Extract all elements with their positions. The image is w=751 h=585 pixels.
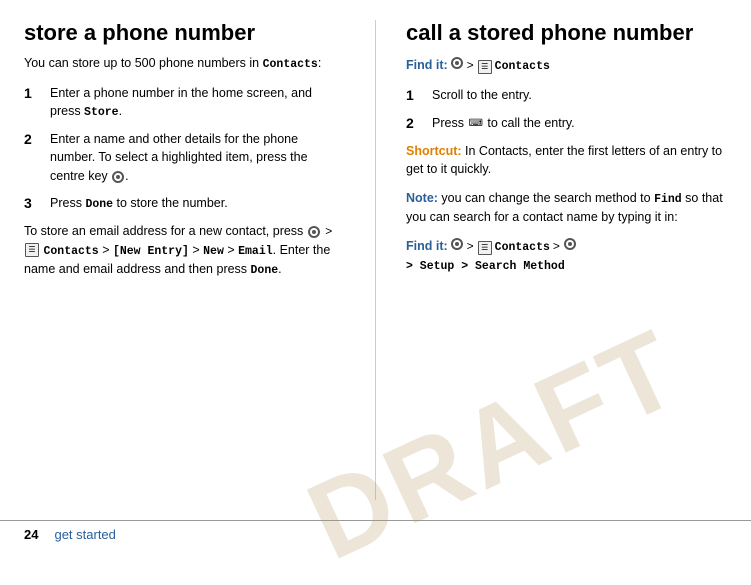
note-label: Note: <box>406 191 438 205</box>
left-email-note: To store an email address for a new cont… <box>24 222 345 279</box>
find-it-contacts-icon-1: ☰ <box>478 60 492 74</box>
find-it-label-1: Find it: <box>406 56 448 75</box>
find-it-arrow-1: > <box>467 56 474 74</box>
step2-number: 2 <box>24 129 46 186</box>
find-it2-contacts-icon: ☰ <box>478 241 492 255</box>
page-number: 24 <box>24 527 38 542</box>
step3-done: Done <box>85 198 113 211</box>
find-it-contacts-text-1: Contacts <box>495 58 550 75</box>
step3-number: 3 <box>24 193 46 214</box>
left-column: store a phone number You can store up to… <box>24 20 376 500</box>
intro-text: You can store up to 500 phone numbers in <box>24 56 259 70</box>
right-step-2: 2 Press ⌨ to call the entry. <box>406 114 727 134</box>
find-it2-dot-icon <box>451 238 463 250</box>
shortcut-block: Shortcut: In Contacts, enter the first l… <box>406 142 727 180</box>
nav-text-1: > [New Entry] > New > Email <box>102 243 272 257</box>
right-column: call a stored phone number Find it: > ☰ … <box>376 20 727 500</box>
step1-number: 1 <box>24 83 46 122</box>
right-step2-text: Press ⌨ to call the entry. <box>432 114 727 134</box>
right-step-1: 1 Scroll to the entry. <box>406 86 727 106</box>
intro-contacts-bold: Contacts <box>263 58 318 71</box>
step2-text: Enter a name and other details for the p… <box>50 130 345 186</box>
find-it2-arrow-2: > <box>553 237 560 255</box>
intro-colon: : <box>318 56 321 70</box>
note-block: Note: you can change the search method t… <box>406 189 727 227</box>
centre-key-icon <box>112 171 124 183</box>
page-label: get started <box>54 527 115 542</box>
step1-text: Enter a phone number in the home screen,… <box>50 84 345 122</box>
find-it-label-2: Find it: <box>406 237 448 256</box>
left-steps-list: 1 Enter a phone number in the home scree… <box>24 84 345 214</box>
nav-dot-icon-1 <box>308 226 320 238</box>
nav-contacts-1: Contacts <box>43 245 98 258</box>
left-step-2: 2 Enter a name and other details for the… <box>24 130 345 186</box>
nav-done-1: Done <box>251 264 279 277</box>
shortcut-label: Shortcut: <box>406 144 462 158</box>
find-it-dot-icon <box>451 57 463 69</box>
right-find-it-2: Find it: > ☰ Contacts > > Setup > Search… <box>406 237 727 276</box>
step3-text: Press Done to store the number. <box>50 194 345 214</box>
call-button-icon: ⌨ <box>468 116 482 131</box>
contacts-icon-1: ☰ <box>25 243 39 257</box>
footer-bar: 24 get started <box>0 520 751 548</box>
content-area: store a phone number You can store up to… <box>0 0 751 520</box>
right-step2-number: 2 <box>406 113 428 134</box>
find-it2-arrow-1: > <box>467 237 474 255</box>
right-step1-text: Scroll to the entry. <box>432 86 727 106</box>
note-find-bold: Find <box>654 193 682 206</box>
note-text: you can change the search method to <box>438 191 654 205</box>
find-it2-setup: > Setup > Search Method <box>406 258 565 275</box>
left-step-3: 3 Press Done to store the number. <box>24 194 345 214</box>
step1-store: Store <box>84 106 119 119</box>
nav-arrow-1: > <box>325 224 332 238</box>
page-container: store a phone number You can store up to… <box>0 0 751 548</box>
left-section-title: store a phone number <box>24 20 345 46</box>
left-step-1: 1 Enter a phone number in the home scree… <box>24 84 345 122</box>
find-it2-contacts-text: Contacts <box>495 239 550 256</box>
right-find-it-1: Find it: > ☰ Contacts <box>406 56 727 75</box>
left-intro: You can store up to 500 phone numbers in… <box>24 54 345 73</box>
find-it2-dot-icon-2 <box>564 238 576 250</box>
right-section-title: call a stored phone number <box>406 20 727 46</box>
right-steps-list: 1 Scroll to the entry. 2 Press ⌨ to call… <box>406 86 727 134</box>
right-step1-number: 1 <box>406 85 428 106</box>
